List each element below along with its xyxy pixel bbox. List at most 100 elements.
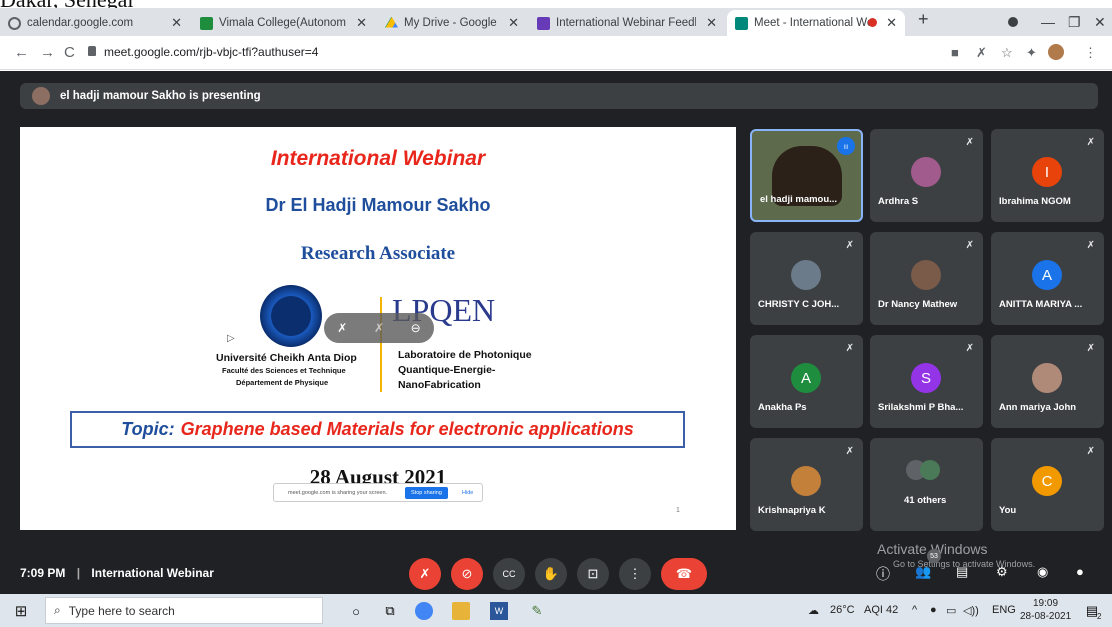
volume-icon[interactable]: ◁)) bbox=[963, 604, 979, 617]
pin-off-icon[interactable]: ✗ bbox=[337, 321, 347, 335]
cortana-icon[interactable]: ○ bbox=[347, 602, 365, 620]
participant-photo bbox=[911, 157, 941, 187]
camera-toggle-button[interactable]: ⊘ bbox=[451, 558, 483, 590]
battery-icon[interactable]: ▭ bbox=[946, 604, 956, 617]
present-button[interactable]: ⊡ bbox=[577, 558, 609, 590]
participant-tile[interactable]: ✗ CHRISTY C JOH... bbox=[750, 232, 863, 325]
participant-tile[interactable]: ✗ I Ibrahima NGOM bbox=[991, 129, 1104, 222]
tab-calendar[interactable]: calendar.google.com ✕ bbox=[0, 10, 190, 36]
task-view-icon[interactable]: ⧉ bbox=[381, 602, 399, 620]
mic-level-icon: ● bbox=[1076, 564, 1084, 579]
notification-count: 2 bbox=[1097, 612, 1102, 621]
forward-icon[interactable]: → bbox=[40, 44, 55, 61]
weather-temp[interactable]: 26°C bbox=[830, 604, 855, 616]
participant-tile[interactable]: ✗ Dr Nancy Mathew bbox=[870, 232, 983, 325]
url-field[interactable]: meet.google.com/rjb-vbjc-tfi?authuser=4 bbox=[104, 45, 318, 59]
participant-tile[interactable]: ✗ Ardhra S bbox=[870, 129, 983, 222]
reload-icon[interactable]: C bbox=[64, 44, 75, 61]
captions-button[interactable]: CC bbox=[493, 558, 525, 590]
meeting-control-bar: 7:09 PM | International Webinar ✗ ⊘ CC ✋… bbox=[0, 541, 1112, 594]
participant-avatar: C bbox=[1032, 466, 1062, 496]
chrome-icon[interactable] bbox=[415, 602, 433, 620]
tab-drive[interactable]: My Drive - Google Drive ✕ bbox=[377, 10, 527, 36]
mic-off-icon: ✗ bbox=[965, 137, 974, 148]
chat-icon[interactable]: ▤ bbox=[956, 564, 968, 580]
stop-sharing-button[interactable]: Stop sharing bbox=[405, 487, 448, 499]
star-icon[interactable]: ☆ bbox=[1001, 45, 1013, 61]
windows-start-icon[interactable]: ⊞ bbox=[12, 602, 30, 620]
participant-photo bbox=[1032, 363, 1062, 393]
file-explorer-icon[interactable] bbox=[452, 602, 470, 620]
more-options-button[interactable]: ⋮ bbox=[619, 558, 651, 590]
aqi-label[interactable]: AQI 42 bbox=[864, 604, 898, 616]
tab-vimala[interactable]: Vimala College(Autonomous) ✕ bbox=[192, 10, 375, 36]
mouse-cursor-icon: ▷ bbox=[227, 333, 235, 344]
meeting-title: International Webinar bbox=[91, 566, 214, 580]
presenting-text: el hadji mamour Sakho is presenting bbox=[60, 90, 261, 102]
self-tile[interactable]: ✗ C You bbox=[991, 438, 1104, 531]
taskbar-search[interactable]: ⌕ Type here to search bbox=[45, 597, 323, 624]
univ-name: Université Cheikh Anta Diop bbox=[216, 352, 357, 364]
paint-icon[interactable]: ✎ bbox=[528, 602, 546, 620]
mic-toggle-button[interactable]: ✗ bbox=[409, 558, 441, 590]
hide-button[interactable]: Hide bbox=[462, 490, 473, 496]
presenter-avatar bbox=[32, 87, 50, 105]
profile-dot-icon[interactable] bbox=[1008, 14, 1018, 30]
mic-off-icon: ✗ bbox=[845, 446, 854, 457]
word-icon[interactable]: W bbox=[490, 602, 508, 620]
tab-label: Vimala College(Autonomous) bbox=[219, 17, 346, 29]
participant-tile[interactable]: ✗ A ANITTA MARIYA ... bbox=[991, 232, 1104, 325]
close-icon[interactable]: ✕ bbox=[508, 15, 519, 31]
language-indicator[interactable]: ENG bbox=[992, 604, 1016, 616]
people-icon[interactable]: 👥 bbox=[915, 564, 931, 580]
host-controls-icon[interactable]: ◉ bbox=[1037, 564, 1048, 580]
meeting-info: 7:09 PM | International Webinar bbox=[20, 566, 214, 580]
raise-hand-button[interactable]: ✋ bbox=[535, 558, 567, 590]
mic-off-icon: ✗ bbox=[1086, 240, 1095, 251]
mic-off-ext-icon[interactable]: ✗ bbox=[976, 45, 987, 61]
others-tile[interactable]: 41 others bbox=[870, 438, 983, 531]
weather-icon[interactable]: ☁ bbox=[808, 604, 819, 617]
close-icon[interactable]: ✕ bbox=[356, 15, 367, 31]
participant-name: Ardhra S bbox=[878, 196, 919, 207]
others-avatars bbox=[906, 460, 946, 480]
tray-chevron-icon[interactable]: ^ bbox=[912, 604, 917, 616]
recording-dot-icon bbox=[868, 18, 877, 27]
lab-line1: Laboratoire de Photonique bbox=[398, 349, 532, 361]
participant-name: Anakha Ps bbox=[758, 402, 807, 413]
participant-avatar: I bbox=[1032, 157, 1062, 187]
mic-off-icon: ✗ bbox=[845, 343, 854, 354]
minimize-icon[interactable]: — bbox=[1041, 14, 1055, 30]
browser-tab-bar: calendar.google.com ✕ Vimala College(Aut… bbox=[0, 8, 1112, 36]
speaking-indicator-icon: ıı bbox=[837, 137, 855, 155]
participant-tile[interactable]: ✗ Ann mariya John bbox=[991, 335, 1104, 428]
participant-tile[interactable]: ✗ S Srilakshmi P Bha... bbox=[870, 335, 983, 428]
tray-mic-icon[interactable]: ● bbox=[930, 604, 937, 616]
window-close-icon[interactable]: ✕ bbox=[1094, 14, 1106, 31]
maximize-icon[interactable]: ❐ bbox=[1068, 14, 1081, 31]
close-icon[interactable]: ✕ bbox=[886, 15, 897, 31]
participant-tile[interactable]: ✗ Krishnapriya K bbox=[750, 438, 863, 531]
close-icon[interactable]: ✕ bbox=[171, 15, 182, 31]
extensions-icon[interactable]: ✦ bbox=[1026, 45, 1037, 61]
clock-date[interactable]: 28-08-2021 bbox=[1020, 611, 1071, 622]
participant-avatar: A bbox=[791, 363, 821, 393]
camera-ext-icon[interactable]: ■ bbox=[951, 45, 959, 60]
info-icon[interactable]: ⓘ bbox=[876, 564, 890, 584]
topic-box: Topic: Graphene based Materials for elec… bbox=[70, 411, 685, 448]
remove-icon[interactable]: ⊖ bbox=[411, 321, 421, 335]
menu-icon[interactable]: ⋮ bbox=[1084, 45, 1097, 61]
leave-call-button[interactable]: ☎ bbox=[661, 558, 707, 590]
mute-off-icon[interactable]: ✗ bbox=[374, 321, 384, 335]
tab-meet[interactable]: Meet - International Webinar ✕ bbox=[727, 10, 905, 36]
new-tab-icon[interactable]: + bbox=[918, 9, 929, 30]
clock-time[interactable]: 19:09 bbox=[1033, 598, 1058, 609]
participant-tile[interactable]: ıı el hadji mamou... bbox=[750, 129, 863, 222]
tab-forms[interactable]: International Webinar Feedback ✕ bbox=[529, 10, 725, 36]
back-icon[interactable]: ← bbox=[14, 44, 29, 61]
participant-tile[interactable]: ✗ A Anakha Ps bbox=[750, 335, 863, 428]
activities-icon[interactable]: ⚙ bbox=[996, 564, 1008, 580]
profile-avatar[interactable] bbox=[1048, 44, 1064, 60]
others-count: 41 others bbox=[904, 495, 947, 506]
close-icon[interactable]: ✕ bbox=[706, 15, 717, 31]
